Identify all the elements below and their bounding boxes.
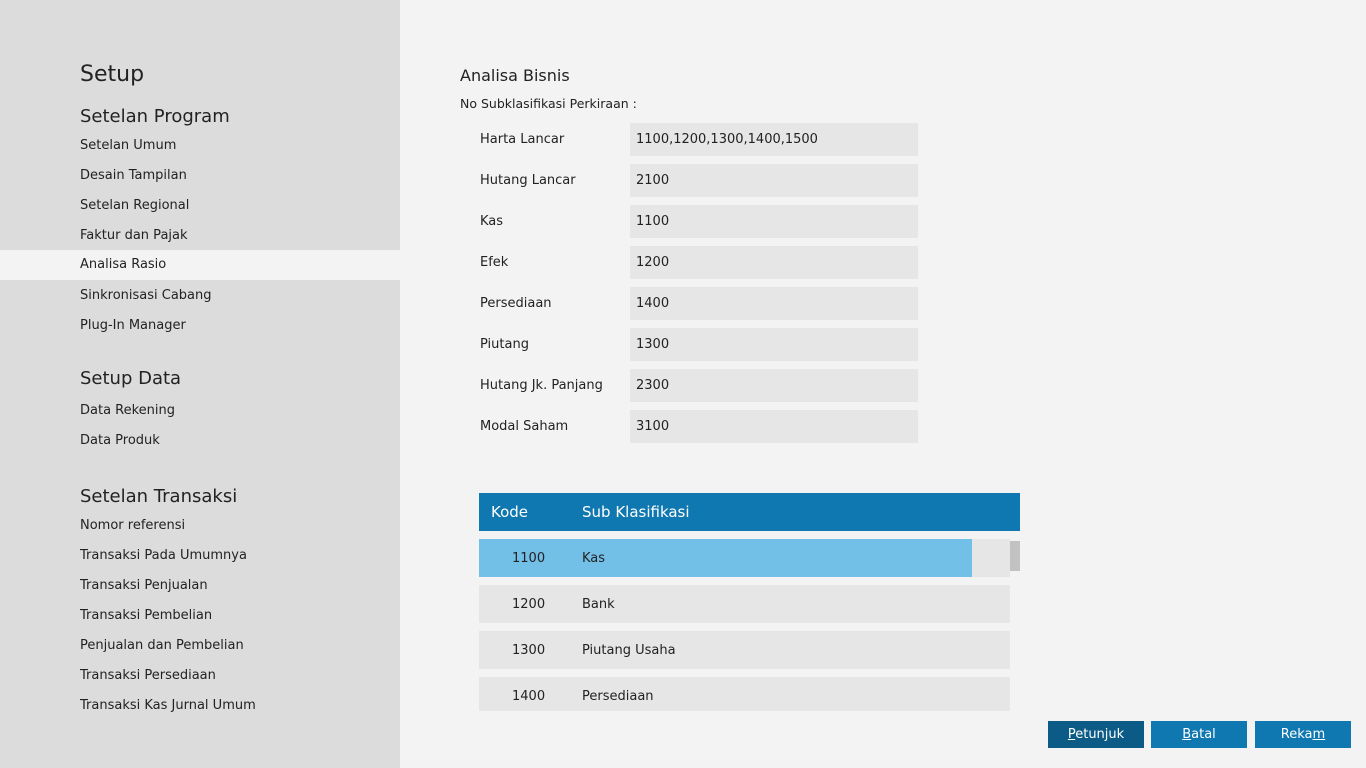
sidebar-item-data-rekening[interactable]: Data Rekening	[0, 396, 400, 426]
sidebar-item-transaksi-penjualan[interactable]: Transaksi Penjualan	[0, 571, 400, 601]
piutang-input[interactable]	[630, 328, 918, 361]
cell-sub-klasifikasi: Bank	[582, 597, 615, 612]
rekam-button[interactable]: Rekam	[1255, 721, 1351, 748]
label-kas: Kas	[480, 214, 504, 229]
table-row[interactable]: 1200 Bank	[479, 585, 1010, 623]
sidebar-item-transaksi-kas-jurnal-umum[interactable]: Transaksi Kas Jurnal Umum	[0, 691, 400, 721]
cell-sub-klasifikasi: Persediaan	[582, 689, 654, 704]
cell-kode: 1200	[512, 597, 546, 612]
table-row[interactable]: 1100 Kas	[479, 539, 1010, 577]
table-row[interactable]: 1300 Piutang Usaha	[479, 631, 1010, 669]
cell-kode: 1100	[512, 551, 546, 566]
sidebar-item-sinkronisasi-cabang[interactable]: Sinkronisasi Cabang	[0, 281, 400, 311]
cell-kode: 1300	[512, 643, 546, 658]
sidebar-item-analisa-rasio[interactable]: Analisa Rasio	[0, 250, 400, 280]
hutang-lancar-input[interactable]	[630, 164, 918, 197]
sidebar-item-desain-tampilan[interactable]: Desain Tampilan	[0, 161, 400, 191]
sidebar-item-transaksi-pembelian[interactable]: Transaksi Pembelian	[0, 601, 400, 631]
label-piutang: Piutang	[480, 337, 529, 352]
modal-saham-input[interactable]	[630, 410, 918, 443]
sidebar-item-faktur-dan-pajak[interactable]: Faktur dan Pajak	[0, 221, 400, 251]
table-header: Kode Sub Klasifikasi	[479, 493, 1020, 531]
label-hutang-lancar: Hutang Lancar	[480, 173, 576, 188]
batal-button[interactable]: Batal	[1151, 721, 1247, 748]
page-title: Analisa Bisnis	[460, 66, 570, 85]
sidebar-item-plug-in-manager[interactable]: Plug-In Manager	[0, 311, 400, 341]
label-hutang-jk-panjang: Hutang Jk. Panjang	[480, 378, 603, 393]
petunjuk-button[interactable]: Petunjuk	[1048, 721, 1144, 748]
column-header-sub-klasifikasi[interactable]: Sub Klasifikasi	[582, 503, 690, 521]
rekam-accesskey: m	[1312, 727, 1326, 742]
sidebar-item-data-produk[interactable]: Data Produk	[0, 426, 400, 456]
label-harta-lancar: Harta Lancar	[480, 132, 565, 147]
sidebar-title: Setup	[80, 62, 145, 87]
kas-input[interactable]	[630, 205, 918, 238]
sidebar-item-setelan-umum[interactable]: Setelan Umum	[0, 131, 400, 161]
group-setelan-transaksi: Setelan Transaksi	[80, 486, 238, 507]
persediaan-input[interactable]	[630, 287, 918, 320]
efek-input[interactable]	[630, 246, 918, 279]
table-scrollbar-thumb[interactable]	[1010, 541, 1020, 571]
table-body: 1100 Kas 1200 Bank 1300 Piutang Usaha 14…	[479, 539, 1020, 711]
group-setelan-program: Setelan Program	[80, 106, 230, 127]
cell-kode: 1400	[512, 689, 546, 704]
sidebar-item-setelan-regional[interactable]: Setelan Regional	[0, 191, 400, 221]
cell-sub-klasifikasi: Kas	[582, 551, 606, 566]
cell-sub-klasifikasi: Piutang Usaha	[582, 643, 676, 658]
hutang-jk-panjang-input[interactable]	[630, 369, 918, 402]
group-setup-data: Setup Data	[80, 368, 182, 389]
sidebar: Setup Setelan Program Setelan Umum Desai…	[0, 0, 400, 768]
batal-accesskey: B	[1182, 727, 1192, 742]
table-row[interactable]: 1400 Persediaan	[479, 677, 1010, 711]
sidebar-item-nomor-referensi[interactable]: Nomor referensi	[0, 511, 400, 541]
row-selection-highlight	[479, 539, 972, 577]
section-subtitle: No Subklasifikasi Perkiraan :	[460, 96, 637, 111]
label-modal-saham: Modal Saham	[480, 419, 569, 434]
sidebar-item-penjualan-dan-pembelian[interactable]: Penjualan dan Pembelian	[0, 631, 400, 661]
harta-lancar-input[interactable]	[630, 123, 918, 156]
sidebar-item-transaksi-pada-umumnya[interactable]: Transaksi Pada Umumnya	[0, 541, 400, 571]
column-header-kode[interactable]: Kode	[491, 503, 528, 521]
label-efek: Efek	[480, 255, 509, 270]
label-persediaan: Persediaan	[480, 296, 552, 311]
sidebar-item-transaksi-persediaan[interactable]: Transaksi Persediaan	[0, 661, 400, 691]
